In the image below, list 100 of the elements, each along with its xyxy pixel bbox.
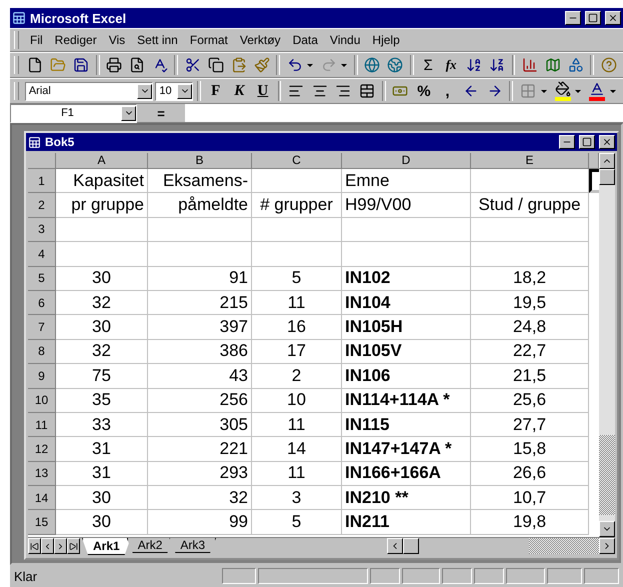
scroll-left-button[interactable] (387, 538, 403, 554)
scroll-up-button[interactable] (599, 153, 615, 169)
row-header[interactable]: 11 (28, 412, 56, 438)
color-swatch (554, 97, 571, 101)
column-header[interactable]: D (342, 153, 471, 169)
row-header[interactable]: 2 (28, 193, 56, 218)
scroll-down-button[interactable] (599, 521, 615, 537)
next-sheet-button[interactable] (54, 538, 67, 554)
table-cell: 35 (56, 388, 148, 413)
percent-button[interactable]: % (413, 80, 435, 102)
comma-button[interactable]: , (436, 80, 458, 102)
minimize-button[interactable] (565, 11, 581, 25)
menu-item[interactable]: Sett inn (132, 31, 183, 49)
table-cell: IN210 ** (342, 486, 471, 510)
italic-button[interactable]: K (228, 80, 250, 102)
row-header[interactable]: 14 (28, 486, 56, 510)
menu-item[interactable]: Verktøy (234, 31, 286, 49)
row-header[interactable]: 7 (28, 315, 56, 340)
minimize-button[interactable] (559, 135, 575, 149)
scroll-thumb[interactable] (403, 538, 419, 554)
close-button[interactable] (599, 135, 615, 149)
column-header[interactable]: B (148, 153, 252, 169)
close-icon (608, 13, 618, 23)
table-cell: 293 (148, 462, 252, 486)
row-header[interactable]: 1 (28, 169, 56, 194)
underline-button[interactable]: U (252, 80, 274, 102)
row-header[interactable]: 6 (28, 290, 56, 316)
maximize-button[interactable] (585, 11, 601, 25)
caret-icon[interactable] (610, 90, 616, 92)
menu-item[interactable]: Format (184, 31, 233, 49)
table-cell: 397 (148, 315, 252, 340)
sheet-tab[interactable]: Ark3 (169, 538, 216, 553)
print-preview-icon (128, 57, 145, 73)
menu-item[interactable]: Vis (104, 31, 130, 49)
status-panel (584, 568, 620, 584)
menu-item[interactable]: Hjelp (367, 31, 405, 49)
previous-sheet-button[interactable] (41, 538, 54, 554)
bold-button[interactable]: F (204, 80, 226, 102)
name-box[interactable]: F1 (10, 104, 137, 122)
table-cell: 17 (252, 340, 342, 364)
map-icon (544, 57, 561, 73)
table-cell: H99/V00 (342, 193, 471, 218)
menu-item[interactable]: Rediger (50, 31, 102, 49)
vertical-scrollbar[interactable] (599, 153, 615, 537)
table-cell: 43 (148, 364, 252, 389)
font-color-icon (589, 81, 606, 97)
caret-icon[interactable] (575, 90, 582, 92)
print-icon (106, 57, 122, 73)
table-cell: IN147+147A * (342, 437, 471, 462)
caret-icon[interactable] (307, 64, 314, 66)
sheet-tab[interactable]: Ark1 (82, 538, 131, 555)
menu-item[interactable]: Data (288, 31, 323, 49)
last-sheet-button[interactable] (67, 538, 80, 554)
chart-icon (522, 57, 538, 73)
table-cell: # grupper (252, 193, 342, 218)
table-cell: IN102 (342, 266, 471, 291)
row-header[interactable]: 9 (28, 364, 56, 389)
scroll-right-button[interactable] (599, 538, 615, 554)
row-header[interactable]: 10 (28, 388, 56, 413)
row-header[interactable]: 3 (28, 218, 56, 242)
table-cell: 30 (56, 510, 148, 535)
close-button[interactable] (605, 11, 621, 25)
column-header[interactable]: A (56, 153, 148, 169)
table-cell: 30 (56, 266, 148, 291)
table-cell: 2 (252, 364, 342, 389)
color-swatch (589, 97, 606, 101)
caret-icon[interactable] (341, 64, 348, 66)
column-header[interactable]: E (471, 153, 589, 169)
maximize-button[interactable] (579, 135, 595, 149)
row-header[interactable]: 5 (28, 266, 56, 291)
row-header[interactable]: 15 (28, 510, 56, 535)
function-button[interactable]: fx (440, 54, 462, 76)
row-header[interactable]: 12 (28, 437, 56, 462)
first-sheet-button[interactable] (28, 538, 41, 554)
row-header[interactable]: 8 (28, 340, 56, 364)
table-cell: 75 (56, 364, 148, 389)
column-header[interactable]: C (252, 153, 342, 169)
row-header[interactable]: 13 (28, 462, 56, 486)
maximize-icon (582, 137, 592, 147)
menu-item[interactable]: Vindu (324, 31, 366, 49)
table-cell: 31 (56, 437, 148, 462)
scroll-thumb[interactable] (599, 169, 615, 185)
caret-icon[interactable] (540, 90, 547, 92)
maximize-icon (588, 13, 598, 23)
font-color-button[interactable] (586, 80, 608, 102)
sort-ascending-icon (466, 57, 482, 73)
font-size-dropdown[interactable]: 10 (155, 82, 194, 100)
row-header[interactable]: 4 (28, 242, 56, 267)
formula-input[interactable] (185, 104, 623, 122)
table-cell: 305 (148, 412, 252, 438)
table-cell: 10 (252, 388, 342, 413)
autosum-button[interactable]: Σ (418, 54, 439, 76)
save-icon (73, 57, 90, 73)
status-panel (474, 568, 504, 584)
font-dropdown[interactable]: Arial (24, 82, 154, 100)
status-panel (222, 568, 256, 584)
table-cell: 32 (148, 486, 252, 510)
menu-item[interactable]: Fil (25, 31, 48, 49)
table-cell: 99 (148, 510, 252, 535)
horizontal-scrollbar[interactable] (387, 538, 615, 554)
